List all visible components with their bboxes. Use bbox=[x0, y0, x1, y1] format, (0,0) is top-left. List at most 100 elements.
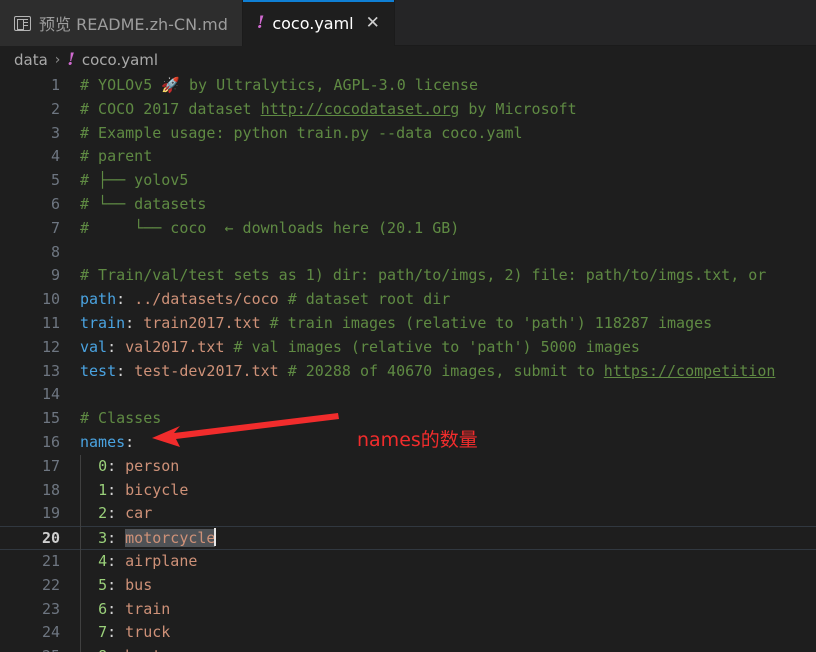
close-icon[interactable]: ✕ bbox=[366, 14, 380, 32]
code-line[interactable]: 22 5: bus bbox=[0, 574, 816, 598]
line-number: 8 bbox=[50, 242, 60, 261]
yaml-key: test bbox=[80, 361, 117, 380]
comment: # ├── yolov5 bbox=[80, 171, 189, 190]
code-line[interactable]: 11 train: train2017.txt # train images (r… bbox=[0, 312, 816, 336]
code-line[interactable]: 25 8: boat bbox=[0, 645, 816, 652]
line-content[interactable]: # parent bbox=[62, 145, 816, 169]
line-content[interactable]: # Example usage: python train.py --data … bbox=[62, 122, 816, 146]
line-content[interactable]: # └── coco ← downloads here (20.1 GB) bbox=[62, 217, 816, 241]
code-line[interactable]: 21 4: airplane bbox=[0, 550, 816, 574]
line-number: 24 bbox=[41, 623, 60, 642]
line-number: 18 bbox=[41, 480, 60, 499]
class-index: 6 bbox=[98, 599, 108, 618]
line-content[interactable]: 3: motorcycle bbox=[62, 527, 816, 549]
line-number: 6 bbox=[50, 194, 60, 213]
link[interactable]: http://cocodataset.org bbox=[261, 100, 460, 118]
comment: # Train/val/test sets as 1) dir: path/to… bbox=[80, 266, 767, 285]
line-number: 12 bbox=[41, 337, 60, 356]
line-content[interactable]: # COCO 2017 dataset http://cocodataset.o… bbox=[62, 98, 816, 122]
line-content[interactable]: 0: person bbox=[62, 455, 816, 479]
yaml-value: train2017.txt bbox=[143, 313, 261, 332]
class-index: 4 bbox=[98, 551, 108, 570]
code-line[interactable]: 6 # └── datasets bbox=[0, 193, 816, 217]
line-content[interactable]: # YOLOv5 🚀 by Ultralytics, AGPL-3.0 lice… bbox=[62, 74, 816, 98]
line-number: 7 bbox=[50, 218, 60, 237]
tab-coco-yaml[interactable]: ! coco.yaml ✕ bbox=[242, 0, 395, 46]
comment: # Classes bbox=[80, 409, 162, 428]
class-name: train bbox=[125, 599, 171, 618]
yaml-warning-icon: ! bbox=[67, 49, 75, 70]
code-line[interactable]: 10 path: ../datasets/coco # dataset root … bbox=[0, 288, 816, 312]
line-content[interactable]: # └── datasets bbox=[62, 193, 816, 217]
line-content[interactable]: 6: train bbox=[62, 598, 816, 622]
line-content[interactable] bbox=[62, 241, 816, 265]
tab-bar: 预览 README.zh-CN.md ! coco.yaml ✕ bbox=[0, 0, 816, 46]
yaml-key: path bbox=[80, 290, 117, 309]
tab-label: 预览 README.zh-CN.md bbox=[39, 15, 228, 34]
code-line[interactable]: 4 # parent bbox=[0, 145, 816, 169]
line-number: 16 bbox=[41, 432, 60, 451]
line-content[interactable]: train: train2017.txt # train images (rel… bbox=[62, 312, 816, 336]
tab-bar-empty-space bbox=[394, 0, 816, 45]
code-line[interactable]: 19 2: car bbox=[0, 502, 816, 526]
line-number: 17 bbox=[41, 456, 60, 475]
line-content[interactable]: 4: airplane bbox=[62, 550, 816, 574]
comment: # YOLOv5 🚀 by Ultralytics, AGPL-3.0 lice… bbox=[80, 76, 478, 94]
comment: # 20288 of 40670 images, submit to https… bbox=[278, 361, 776, 380]
breadcrumb-file[interactable]: coco.yaml bbox=[82, 51, 158, 69]
line-content[interactable] bbox=[62, 383, 816, 407]
code-line[interactable]: 13 test: test-dev2017.txt # 20288 of 4067… bbox=[0, 360, 816, 384]
code-line[interactable]: 24 7: truck bbox=[0, 621, 816, 645]
code-line[interactable]: 3 # Example usage: python train.py --data… bbox=[0, 122, 816, 146]
code-line[interactable]: 7 # └── coco ← downloads here (20.1 GB) bbox=[0, 217, 816, 241]
class-name[interactable]: motorcycle bbox=[125, 529, 216, 548]
code-editor[interactable]: 1 # YOLOv5 🚀 by Ultralytics, AGPL-3.0 lic… bbox=[0, 74, 816, 652]
line-content[interactable]: # ├── yolov5 bbox=[62, 169, 816, 193]
line-content[interactable]: # Train/val/test sets as 1) dir: path/to… bbox=[62, 264, 816, 288]
code-line[interactable]: 23 6: train bbox=[0, 598, 816, 622]
breadcrumb-folder[interactable]: data bbox=[14, 51, 48, 69]
class-name: airplane bbox=[125, 551, 198, 570]
yaml-warning-icon: ! bbox=[256, 12, 265, 33]
comment: # parent bbox=[80, 147, 153, 166]
code-line[interactable]: 12 val: val2017.txt # val images (relativ… bbox=[0, 336, 816, 360]
yaml-key: val bbox=[80, 337, 108, 356]
line-number: 2 bbox=[50, 99, 60, 118]
class-name: person bbox=[125, 456, 180, 475]
tab-label: coco.yaml bbox=[272, 13, 354, 33]
class-index: 2 bbox=[98, 504, 108, 523]
line-content[interactable]: val: val2017.txt # val images (relative … bbox=[62, 336, 816, 360]
line-content[interactable]: 2: car bbox=[62, 502, 816, 526]
line-content[interactable]: 1: bicycle bbox=[62, 479, 816, 503]
tab-readme-preview[interactable]: 预览 README.zh-CN.md bbox=[0, 0, 243, 46]
code-line[interactable]: 1 # YOLOv5 🚀 by Ultralytics, AGPL-3.0 lic… bbox=[0, 74, 816, 98]
code-line[interactable]: 9 # Train/val/test sets as 1) dir: path/t… bbox=[0, 264, 816, 288]
line-number: 20 bbox=[41, 529, 60, 548]
line-content[interactable]: 5: bus bbox=[62, 574, 816, 598]
code-line[interactable]: 14 bbox=[0, 383, 816, 407]
comment: # Example usage: python train.py --data … bbox=[80, 123, 523, 142]
code-line[interactable]: 18 1: bicycle bbox=[0, 479, 816, 503]
code-line[interactable]: 20 3: motorcycle bbox=[0, 526, 816, 550]
code-lines[interactable]: 1 # YOLOv5 🚀 by Ultralytics, AGPL-3.0 lic… bbox=[0, 74, 816, 652]
yaml-key: names bbox=[80, 432, 126, 451]
line-number: 11 bbox=[41, 313, 60, 332]
code-line[interactable]: 17 0: person bbox=[0, 455, 816, 479]
line-number: 1 bbox=[50, 76, 60, 94]
code-line[interactable]: 5 # ├── yolov5 bbox=[0, 169, 816, 193]
code-line[interactable]: 8 bbox=[0, 241, 816, 265]
yaml-value: val2017.txt bbox=[125, 337, 225, 356]
line-content[interactable]: test: test-dev2017.txt # 20288 of 40670 … bbox=[62, 360, 816, 384]
class-index: 7 bbox=[98, 623, 108, 642]
line-content[interactable]: path: ../datasets/coco # dataset root di… bbox=[62, 288, 816, 312]
code-line[interactable]: 2 # COCO 2017 dataset http://cocodataset.… bbox=[0, 98, 816, 122]
line-content[interactable]: 7: truck bbox=[62, 621, 816, 645]
line-number: 19 bbox=[41, 504, 60, 523]
link[interactable]: https://competition bbox=[604, 362, 776, 380]
line-number: 25 bbox=[0, 645, 62, 652]
class-index: 3 bbox=[98, 529, 108, 548]
line-content[interactable]: 8: boat bbox=[62, 645, 816, 652]
line-number: 9 bbox=[50, 266, 60, 285]
line-number: 15 bbox=[41, 409, 60, 428]
chevron-right-icon: › bbox=[54, 52, 61, 68]
